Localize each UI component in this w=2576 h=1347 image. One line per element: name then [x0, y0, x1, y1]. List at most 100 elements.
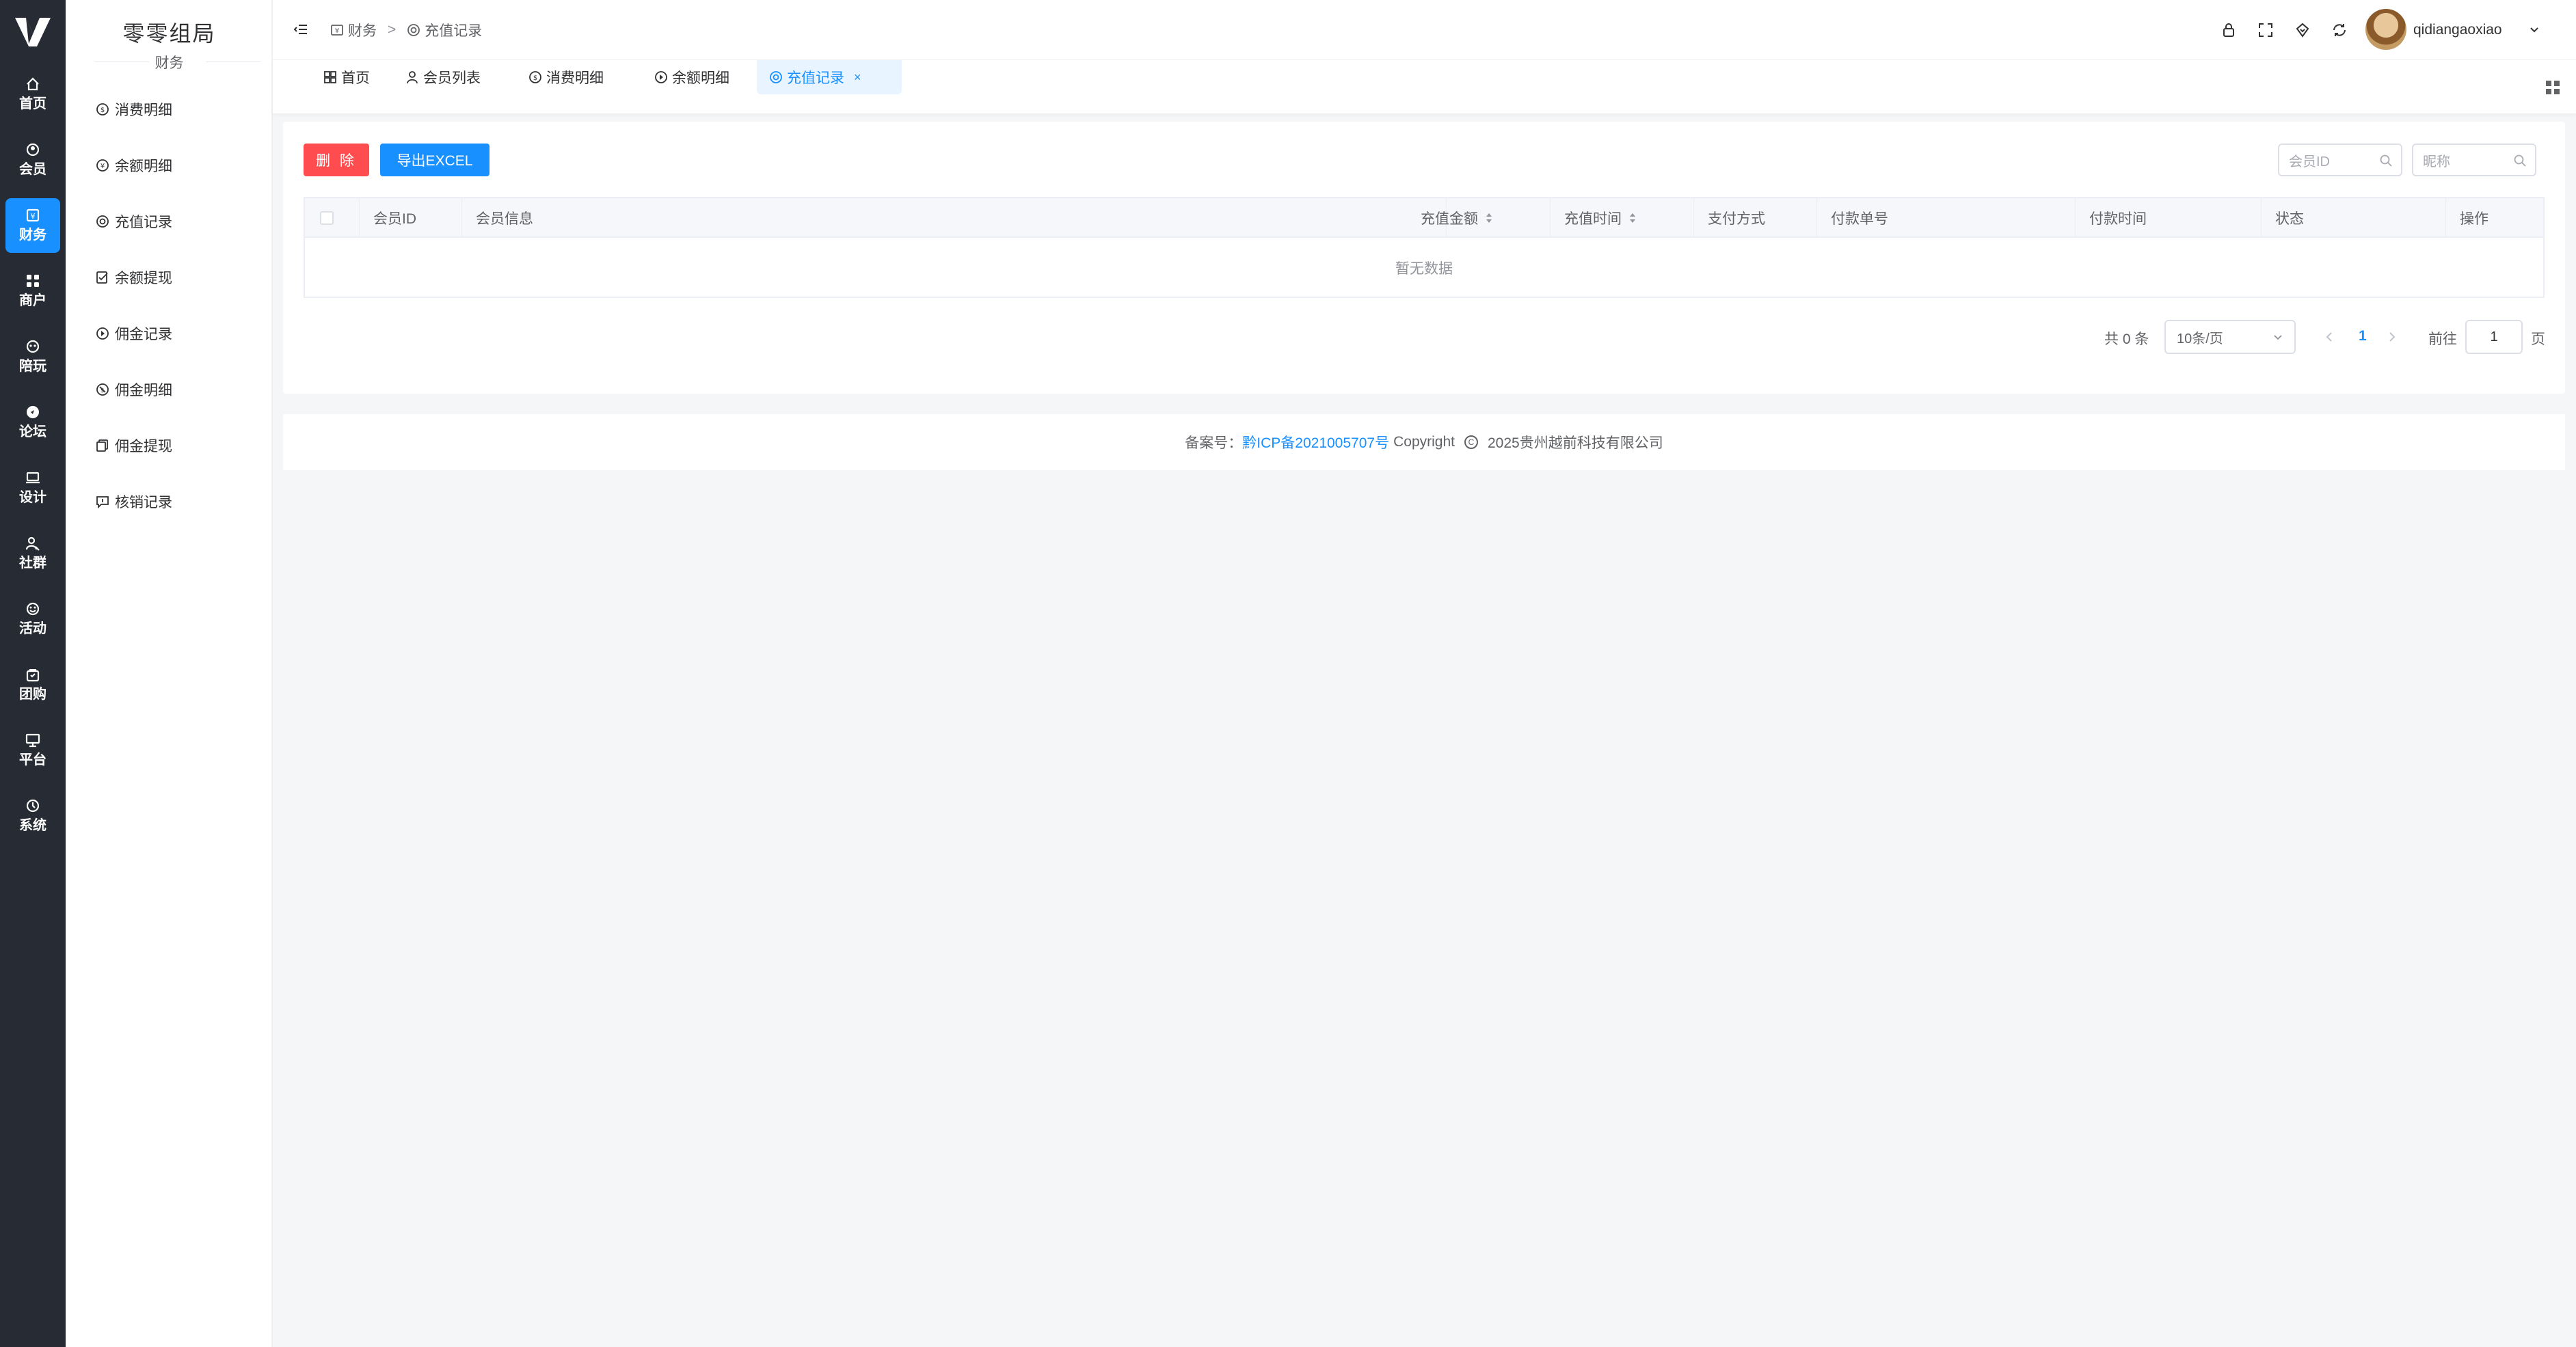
tab-home[interactable]: 首页 — [311, 60, 382, 94]
svg-text:$: $ — [100, 107, 105, 114]
username[interactable]: qidiangaoxiao — [2413, 22, 2502, 38]
sidebar-item-withdraw[interactable]: 余额提现 — [66, 258, 273, 297]
member-id-search-input[interactable]: 会员ID — [2278, 144, 2402, 176]
column-label: 会员信息 — [476, 211, 533, 227]
rail-item-forum[interactable]: 论坛 — [5, 395, 60, 450]
rail-item-home[interactable]: 首页 — [5, 67, 60, 122]
search-placeholder: 会员ID — [2289, 154, 2330, 169]
page-size-value: 10条/页 — [2177, 331, 2223, 346]
column-label: 支付方式 — [1708, 211, 1765, 227]
app-logo-icon — [15, 18, 51, 46]
sort-icon[interactable] — [1485, 210, 1493, 226]
rail-item-community[interactable]: 社群 — [5, 526, 60, 581]
tab-label: 首页 — [341, 70, 370, 86]
fullscreen-icon[interactable] — [2257, 22, 2274, 38]
avatar[interactable] — [2365, 9, 2406, 50]
forum-icon — [27, 406, 39, 418]
goto-page-input[interactable]: 1 — [2465, 320, 2523, 354]
theme-icon[interactable] — [2294, 22, 2311, 38]
sidebar-item-label: 余额明细 — [115, 159, 172, 174]
sidebar-item-label: 核销记录 — [115, 495, 172, 511]
collapse-menu-icon[interactable] — [293, 22, 308, 37]
rail-item-member[interactable]: 会员 — [5, 133, 60, 187]
rail-item-label: 会员 — [19, 162, 46, 177]
sidebar-item-verify[interactable]: 核销记录 — [66, 482, 273, 521]
sidebar-item-commission-withdraw[interactable]: 佣金提现 — [66, 426, 273, 465]
sort-icon[interactable] — [1628, 210, 1637, 226]
sidebar-item-commission[interactable]: 佣金记录 — [66, 314, 273, 353]
delete-button[interactable]: 删 除 — [304, 144, 369, 176]
commission-icon — [96, 327, 109, 340]
tab-recharge-record[interactable]: 充值记录 × — [757, 60, 902, 94]
page-size-select[interactable]: 10条/页 — [2164, 320, 2296, 354]
sidebar-item-commission-detail[interactable]: $ 佣金明细 — [66, 370, 273, 409]
sidebar-item-label: 充值记录 — [115, 215, 172, 230]
rail-item-groupbuy[interactable]: 团购 — [5, 657, 60, 712]
rail-item-activity[interactable]: 活动 — [5, 592, 60, 647]
balance-icon — [655, 71, 667, 83]
column-header: 会员ID — [360, 198, 462, 238]
footer: 备案号： 黔ICP备2021005707号 Copyright C 2025贵州… — [283, 414, 2565, 470]
nickname-search-input[interactable]: 昵称 — [2412, 144, 2536, 176]
tab-label: 会员列表 — [423, 70, 481, 86]
tab-balance-detail[interactable]: 余额明细 — [642, 60, 742, 94]
close-icon[interactable]: × — [854, 70, 861, 85]
icp-link[interactable]: 黔ICP备2021005707号 — [1242, 432, 1389, 452]
svg-text:$: $ — [533, 74, 537, 82]
rail-item-label: 首页 — [19, 96, 46, 111]
export-excel-button[interactable]: 导出EXCEL — [380, 144, 489, 176]
rail-item-design[interactable]: 设计 — [5, 461, 60, 515]
header-toolbar: qidiangaoxiao — [2221, 0, 2576, 60]
table-header: 会员ID 会员信息 充值金额 充值时间 支付方式 付款单号 付款时间 状态 操作 — [305, 198, 2543, 238]
lock-icon[interactable] — [2221, 22, 2237, 38]
svg-text:¥: ¥ — [100, 163, 105, 170]
select-all-checkbox[interactable] — [320, 211, 334, 225]
tab-member-list[interactable]: 会员列表 — [393, 60, 493, 94]
company-text: 2025贵州越前科技有限公司 — [1487, 435, 1663, 451]
breadcrumb-item-recharge: 充值记录 — [407, 20, 482, 40]
recharge-icon — [96, 215, 109, 228]
top-header: ¥ 财务 > 充值记录 qidiangaoxiao — [273, 0, 2576, 60]
tab-label: 消费明细 — [546, 70, 604, 86]
sidebar-item-balance[interactable]: ¥ 余额明细 — [66, 146, 273, 185]
design-icon — [26, 472, 40, 484]
sidebar-item-recharge[interactable]: 充值记录 — [66, 202, 273, 241]
column-header: 会员信息 — [462, 198, 1447, 238]
withdraw-icon — [96, 271, 108, 284]
sidebar-item-label: 消费明细 — [115, 103, 172, 118]
chevron-down-icon[interactable] — [2528, 24, 2540, 36]
column-header: 支付方式 — [1694, 198, 1817, 238]
refresh-icon[interactable] — [2331, 22, 2348, 38]
sidebar-item-label: 佣金提现 — [115, 439, 172, 454]
search-icon[interactable] — [2513, 154, 2527, 167]
goto-label: 前往 — [2428, 331, 2457, 347]
next-page-icon[interactable] — [2386, 329, 2398, 344]
breadcrumb-label: 财务 — [348, 23, 377, 39]
search-icon[interactable] — [2379, 154, 2393, 167]
rail-item-label: 设计 — [19, 490, 46, 505]
rail-item-label: 商户 — [19, 293, 46, 308]
grid-menu-icon[interactable] — [2545, 79, 2561, 96]
empty-state-text: 暂无数据 — [1395, 261, 1453, 277]
rail-item-finance[interactable]: ¥ 财务 — [5, 198, 60, 253]
column-header-sortable[interactable]: 充值金额 — [1407, 198, 1551, 238]
column-label: 会员ID — [373, 211, 416, 227]
recharge-icon — [770, 71, 782, 83]
rail-item-companion[interactable]: 陪玩 — [5, 329, 60, 384]
prev-page-icon[interactable] — [2323, 329, 2335, 344]
sidebar-item-label: 余额提现 — [115, 271, 172, 286]
breadcrumb-item-finance[interactable]: ¥ 财务 — [330, 20, 377, 40]
search-placeholder: 昵称 — [2423, 154, 2450, 169]
page-number-current[interactable]: 1 — [2359, 328, 2367, 344]
pagination: 共 0 条 10条/页 1 前往 1 页 — [283, 320, 2565, 354]
tab-consume-detail[interactable]: $ 消费明细 — [516, 60, 616, 94]
svg-text:¥: ¥ — [335, 27, 339, 35]
rail-item-system[interactable]: 系统 — [5, 789, 60, 843]
sidebar-item-consume[interactable]: $ 消费明细 — [66, 90, 273, 128]
rail-item-label: 社群 — [19, 556, 46, 571]
section-label: 财务 — [155, 55, 184, 71]
column-header-sortable[interactable]: 充值时间 — [1551, 198, 1694, 238]
rail-item-merchant[interactable]: 商户 — [5, 264, 60, 318]
rail-item-platform[interactable]: 平台 — [5, 723, 60, 778]
column-label: 付款时间 — [2089, 211, 2147, 227]
